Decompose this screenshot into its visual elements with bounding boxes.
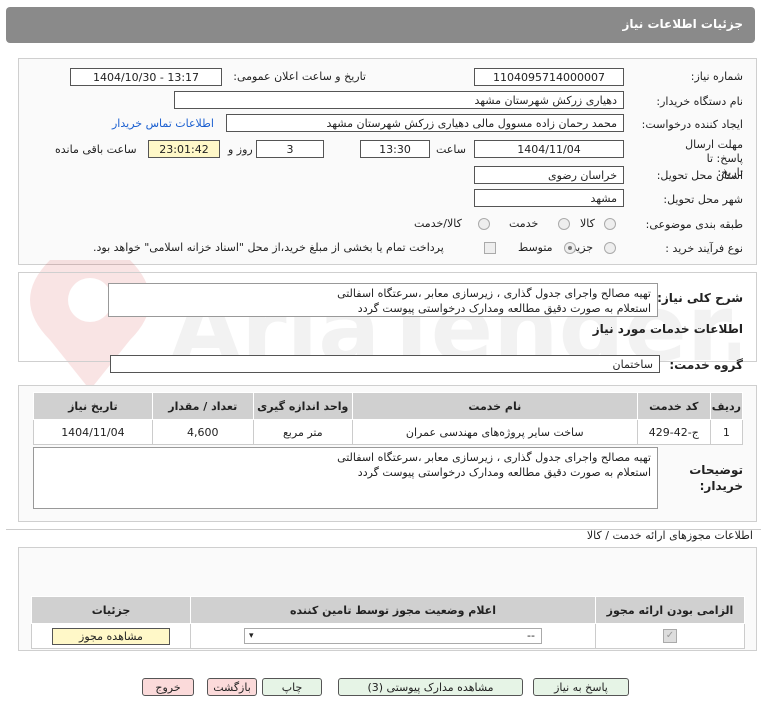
chevron-down-icon: ▾ (249, 631, 254, 641)
permits-table: الزامی بودن ارائه مجوز اعلام وضعیت مجوز … (31, 596, 745, 649)
creator-label: ایجاد کننده درخواست: (641, 118, 743, 131)
col-permit-required: الزامی بودن ارائه مجوز (595, 596, 745, 624)
table-row: ✓ -- ▾ مشاهده مجوز (31, 623, 745, 649)
service-group-label: گروه خدمت: (669, 358, 743, 372)
services-table: ردیف کد خدمت نام خدمت واحد اندازه گیری ت… (33, 392, 744, 445)
attachments-button[interactable]: مشاهده مدارک پیوستی (3) (338, 678, 523, 696)
col-permit-details: جزئیات (31, 596, 191, 624)
page-title: جزئیات اطلاعات نیاز (622, 17, 743, 31)
buyer-contact-link[interactable]: اطلاعات تماس خریدار (112, 117, 214, 130)
required-check-icon: ✓ (663, 629, 677, 643)
service-group-field: ساختمان (110, 355, 660, 373)
need-number-label: شماره نیاز: (690, 70, 743, 83)
back-button[interactable]: بازگشت (207, 678, 257, 696)
permit-status-value: -- (527, 629, 535, 642)
time-label: ساعت (436, 143, 466, 156)
buyer-org-field: دهیاری زرکش شهرستان مشهد (174, 91, 624, 109)
cell-permit-details: مشاهده مجوز (31, 623, 191, 649)
category-option-goods-service: کالا/خدمت (414, 217, 462, 230)
col-date: تاریخ نیاز (33, 392, 153, 420)
category-option-service: خدمت (509, 217, 539, 230)
cell-permit-status: -- ▾ (190, 623, 596, 649)
days-field: 3 (256, 140, 324, 158)
city-field: مشهد (474, 189, 624, 207)
category-radio-goods-service[interactable] (478, 218, 490, 230)
need-info-panel (18, 58, 757, 265)
table-row: 1 ج-42-429 ساخت سایر پروژه‌های مهندسی عم… (33, 419, 744, 445)
deadline-date-field: 1404/11/04 (474, 140, 624, 158)
days-label: روز و (228, 143, 253, 156)
permits-section-title: اطلاعات مجوزهای ارائه خدمت / کالا (586, 529, 753, 542)
buyer-notes-line-1: تهیه مصالح واجرای جدول گذاری ، زیرسازی م… (337, 451, 651, 464)
category-radio-goods[interactable] (604, 218, 616, 230)
col-row: ردیف (709, 392, 744, 420)
cell-permit-required: ✓ (595, 623, 745, 649)
description-line-2: استعلام به صورت دقیق مطالعه ومدارک درخوا… (357, 302, 651, 315)
print-button[interactable]: چاپ (262, 678, 322, 696)
need-number-field: 1104095714000007 (474, 68, 624, 86)
deadline-time-field: 13:30 (360, 140, 430, 158)
description-line-1: تهیه مصالح واجرای جدول گذاری ، زیرسازی م… (337, 287, 651, 300)
category-option-goods: کالا (580, 217, 595, 230)
col-code: کد خدمت (636, 392, 711, 420)
reply-button[interactable]: پاسخ به نیاز (533, 678, 629, 696)
remaining-label: ساعت باقی مانده (55, 143, 137, 156)
description-label: شرح کلی نیاز: (657, 291, 743, 305)
cell-row: 1 (709, 419, 744, 445)
view-permit-button[interactable]: مشاهده مجوز (52, 627, 170, 645)
description-textarea[interactable]: تهیه مصالح واجرای جدول گذاری ، زیرسازی م… (108, 283, 658, 317)
remaining-time-field: 23:01:42 (148, 140, 220, 158)
buyer-notes-line-2: استعلام به صورت دقیق مطالعه ومدارک درخوا… (357, 466, 651, 479)
permit-status-select[interactable]: -- ▾ (244, 628, 542, 644)
permits-header-row: الزامی بودن ارائه مجوز اعلام وضعیت مجوز … (31, 596, 745, 624)
category-radio-service[interactable] (558, 218, 570, 230)
services-header-row: ردیف کد خدمت نام خدمت واحد اندازه گیری ت… (33, 392, 744, 420)
page-title-bar: جزئیات اطلاعات نیاز (6, 7, 755, 43)
col-unit: واحد اندازه گیری (252, 392, 353, 420)
announce-label: تاریخ و ساعت اعلان عمومی: (233, 70, 366, 83)
col-name: نام خدمت (351, 392, 638, 420)
city-label: شهر محل تحویل: (663, 193, 743, 206)
services-section-title: اطلاعات خدمات مورد نیاز (592, 322, 743, 336)
announce-field: 1404/10/30 - 13:17 (70, 68, 222, 86)
exit-button[interactable]: خروج (142, 678, 194, 696)
col-permit-status: اعلام وضعیت مجوز توسط تامین کننده (190, 596, 596, 624)
province-label: استان محل تحویل: (656, 169, 743, 182)
cell-name: ساخت سایر پروژه‌های مهندسی عمران (351, 419, 638, 445)
province-field: خراسان رضوی (474, 166, 624, 184)
cell-date: 1404/11/04 (33, 419, 153, 445)
cell-code: ج-42-429 (636, 419, 711, 445)
buyer-notes-textarea[interactable]: تهیه مصالح واجرای جدول گذاری ، زیرسازی م… (33, 447, 658, 509)
cell-unit: متر مربع (252, 419, 353, 445)
category-label: طبقه بندی موضوعی: (645, 218, 743, 231)
buyer-notes-label: توضیحات خریدار: (689, 463, 743, 493)
col-qty: تعداد / مقدار (151, 392, 254, 420)
buyer-org-label: نام دستگاه خریدار: (656, 95, 743, 108)
creator-field: محمد رحمان زاده مسوول مالی دهیاری زرکش ش… (226, 114, 624, 132)
cell-qty: 4,600 (151, 419, 254, 445)
